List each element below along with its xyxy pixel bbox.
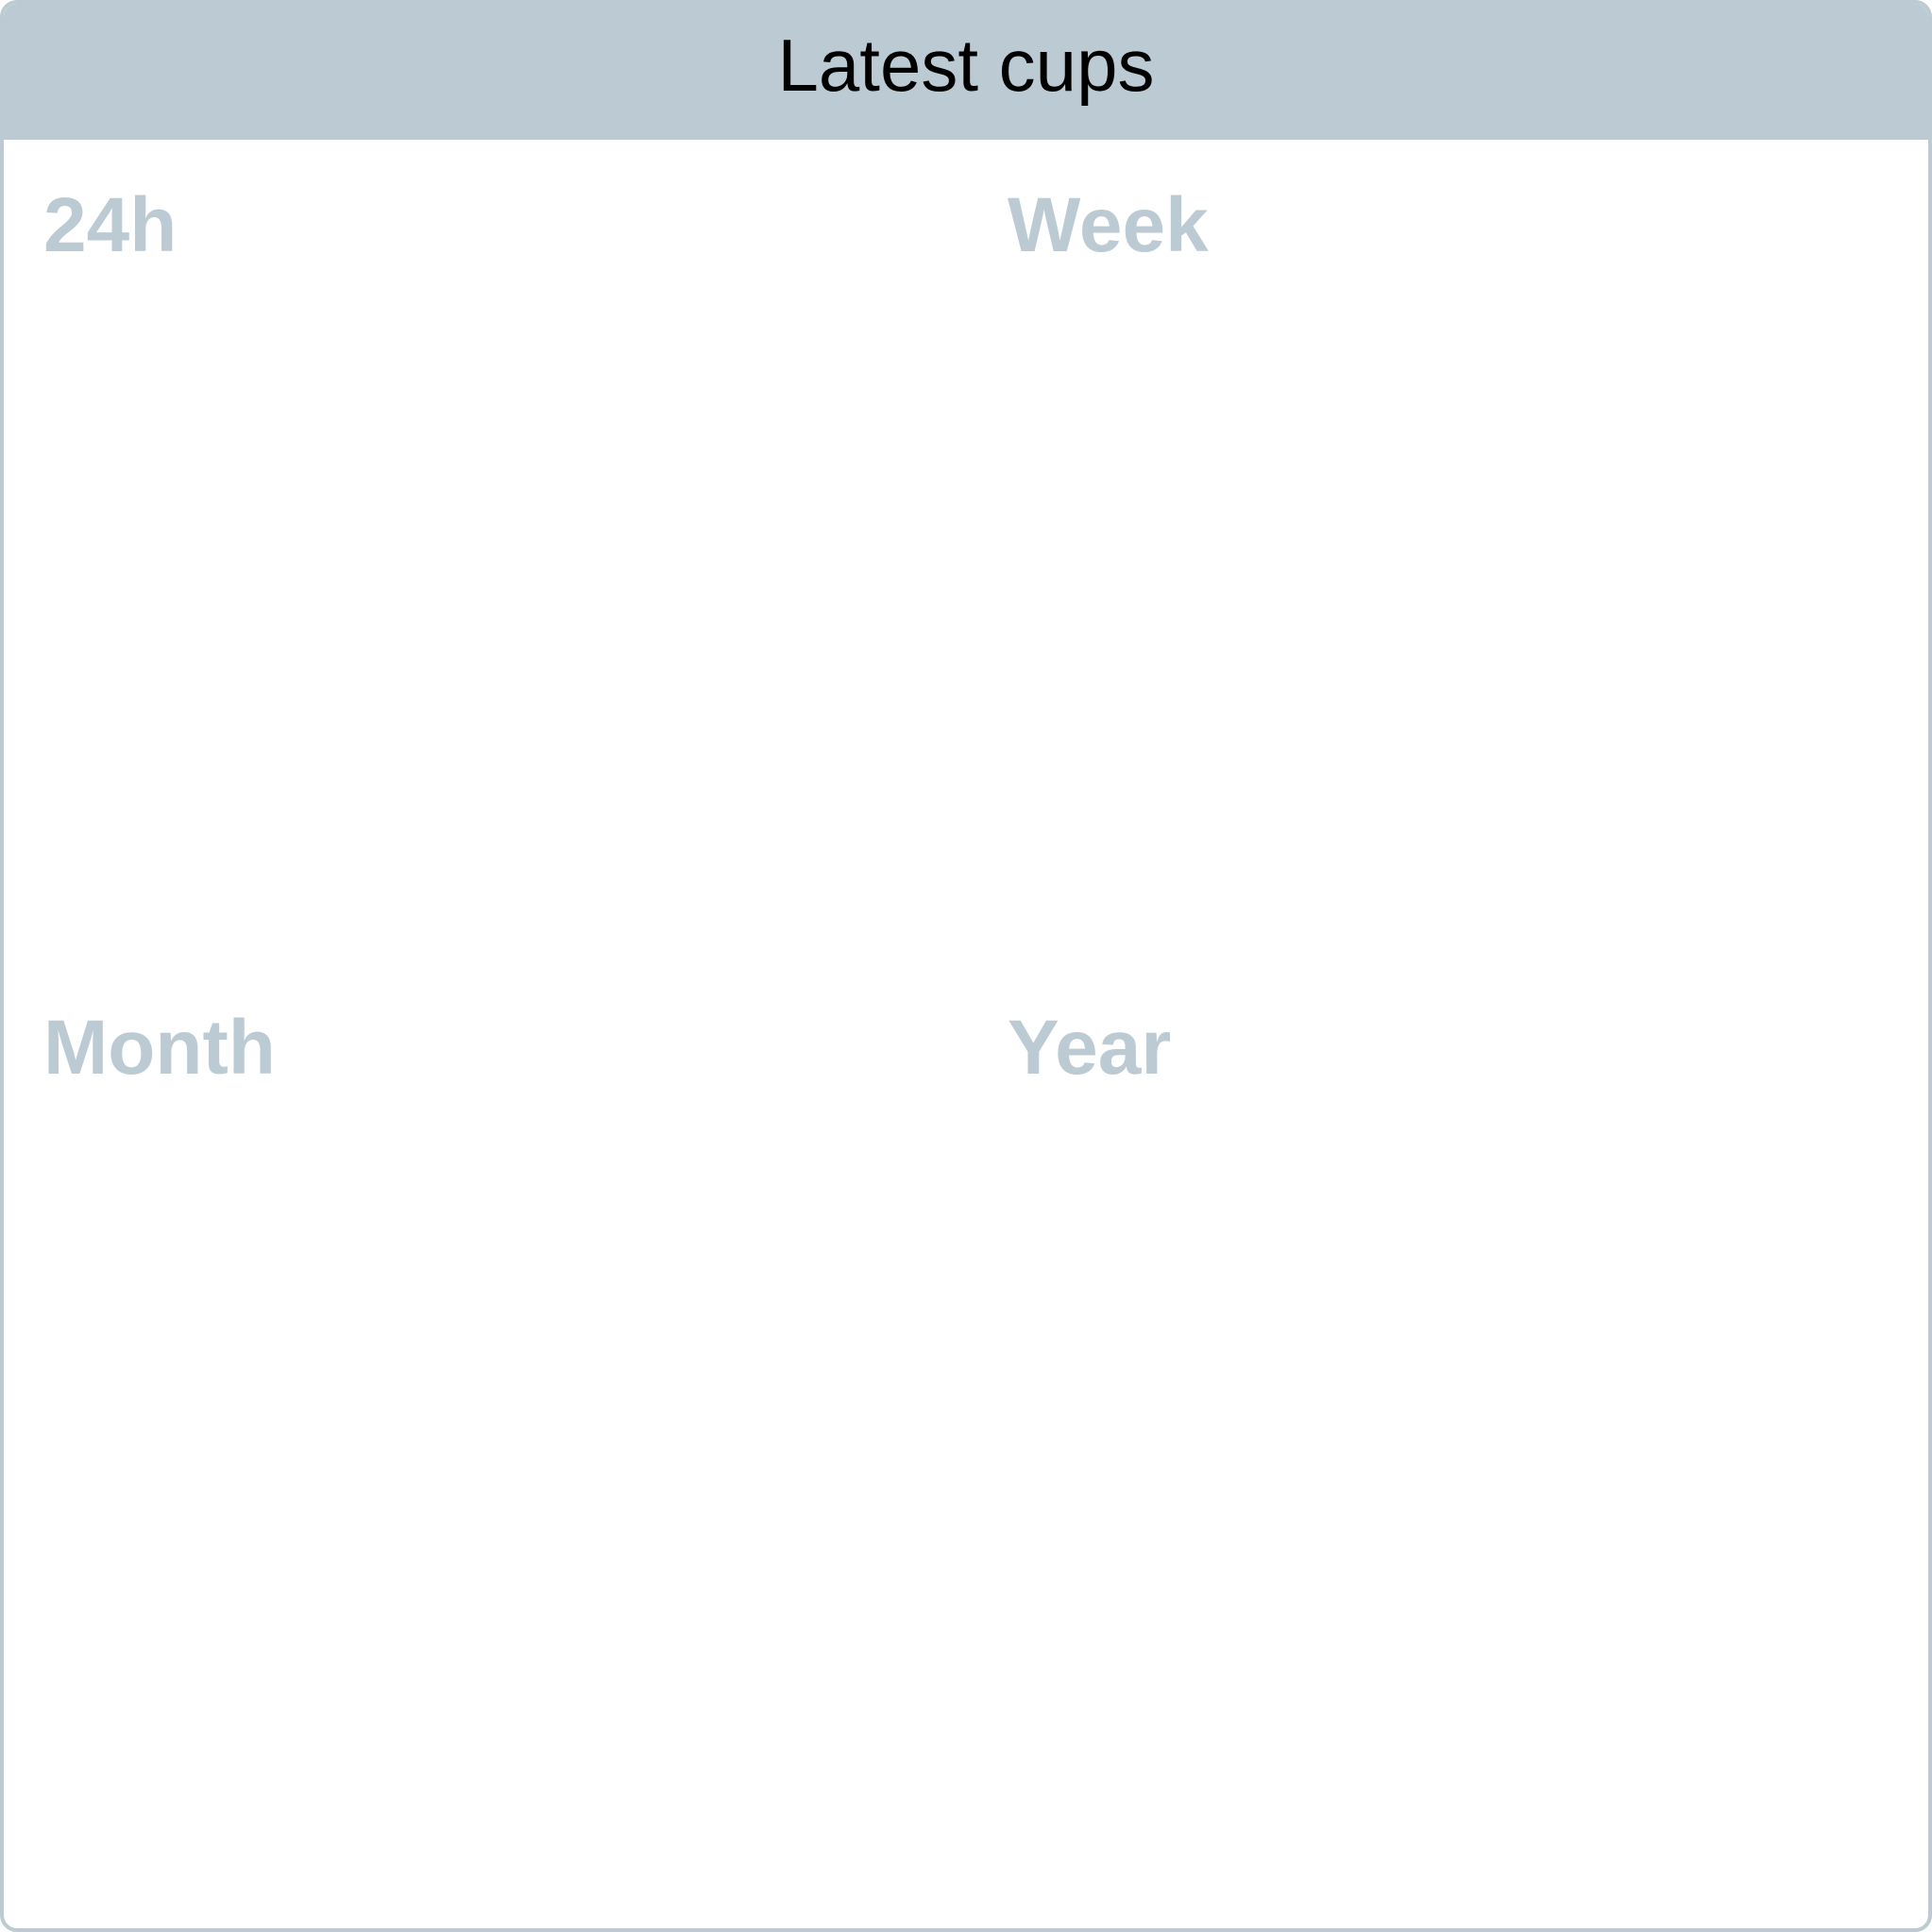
card-title: Latest cups [777,24,1155,107]
panel-week: Week [1008,182,1928,999]
panel-24h: 24h [43,187,988,999]
card-body: 24h Week Month Year [4,140,1928,1928]
panel-label-24h: 24h [43,182,178,268]
panel-month: Month [43,1009,988,1822]
card-header: Latest cups [4,4,1928,140]
panel-label-year: Year [1008,1005,1172,1091]
panel-label-week: Week [1008,182,1209,268]
panel-label-month: Month [43,1005,276,1091]
panel-year: Year [1008,1005,1928,1822]
latest-cups-card: Latest cups 24h Week Month Year [0,0,1932,1932]
